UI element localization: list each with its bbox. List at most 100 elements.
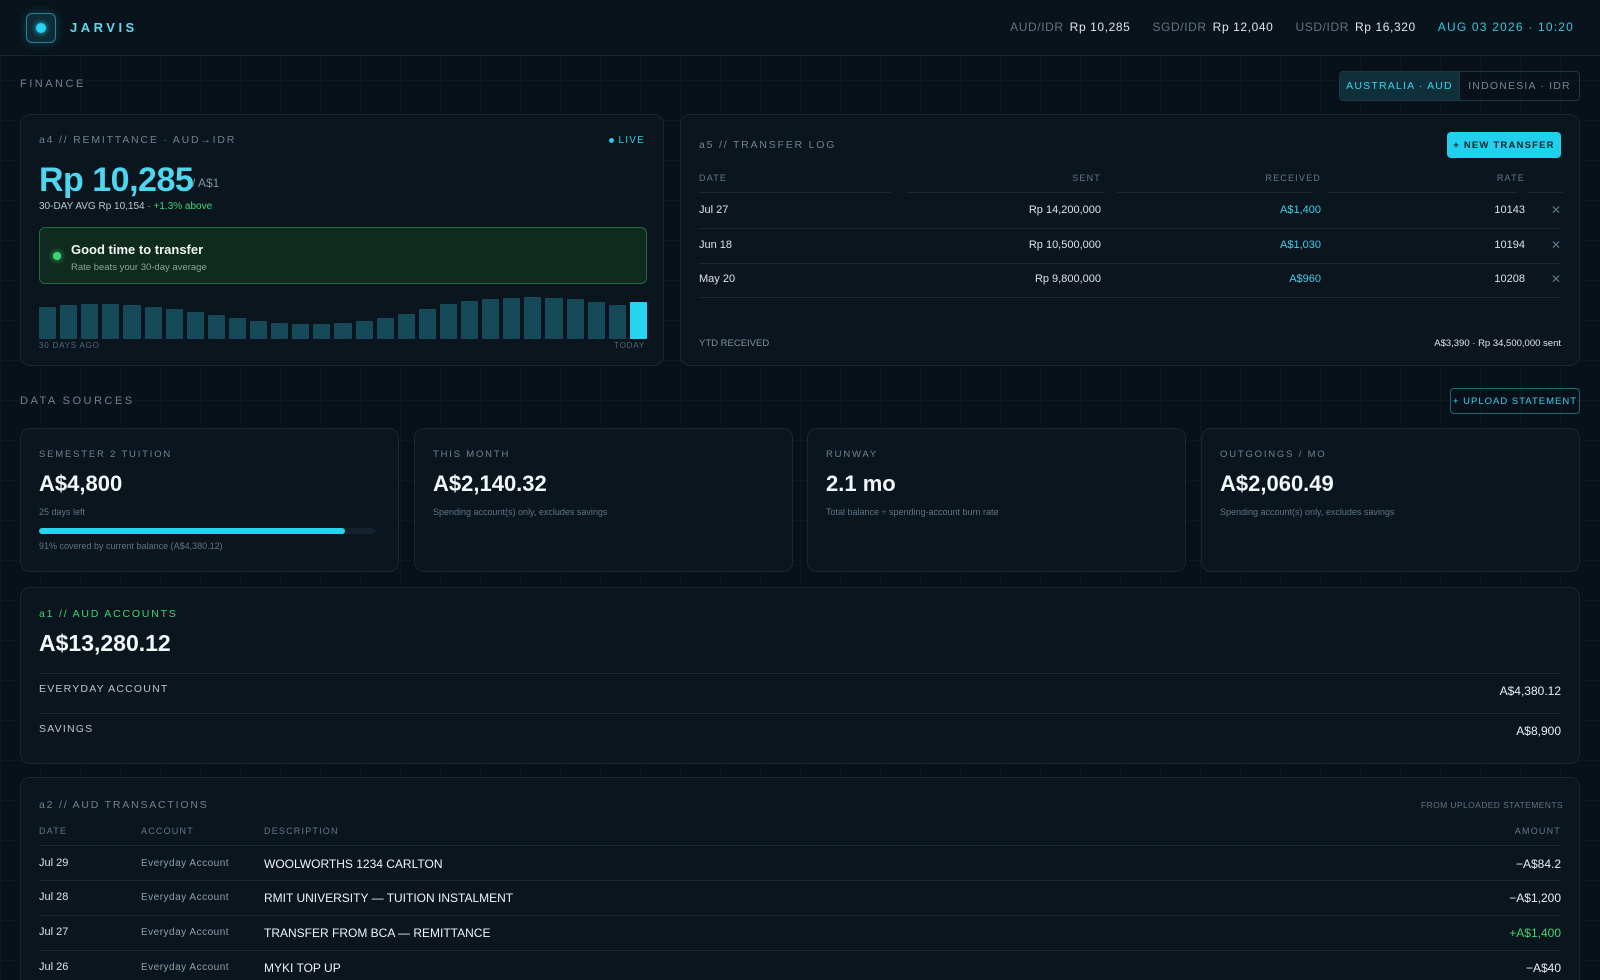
transaction-description: WOOLWORTHS 1234 CARLTON [264,857,443,871]
stat-card-runway: RUNWAY 2.1 mo Total balance ÷ spending-a… [807,428,1186,572]
rate-bar [545,298,563,339]
progress-note: 91% covered by current balance (A$4,380.… [39,541,223,551]
average-change: +1.3% above [153,201,213,212]
remove-transfer-icon[interactable]: ✕ [1551,238,1561,252]
rate-bar [461,301,479,339]
rate-bar [165,309,183,339]
finance-title: FINANCE [20,78,86,90]
rate-bar [271,323,289,339]
divider [39,880,1561,881]
remittance-card: a4 // REMITTANCE · AUD→IDR LIVE Rp 10,28… [20,114,664,366]
live-indicator: LIVE [608,135,645,146]
divider [699,192,891,193]
transfer-received: A$1,400 [1280,204,1321,216]
logo[interactable] [26,13,56,43]
stat-card-outgoings: OUTGOINGS / MO A$2,060.49 Spending accou… [1201,428,1580,572]
rate-history-chart [39,293,647,339]
column-date: DATE [39,826,68,836]
remove-transfer-icon[interactable]: ✕ [1551,272,1561,286]
rate-value: Rp 12,040 [1212,20,1274,34]
upload-statement-button[interactable]: + UPLOAD STATEMENT [1450,388,1580,414]
rate-bar [566,299,584,339]
transaction-amount: −A$1,200 [1509,891,1561,905]
region-indonesia-tab[interactable]: INDONESIA · IDR [1460,72,1579,100]
stat-label: RUNWAY [826,449,878,460]
rate-bar [123,305,141,339]
rate-bar [144,307,162,339]
aud-transactions-card: a2 // AUD TRANSACTIONS FROM UPLOADED STA… [20,777,1580,980]
new-transfer-button[interactable]: + NEW TRANSFER [1447,132,1561,158]
transfer-sent: Rp 14,200,000 [1028,204,1101,216]
transfer-date: May 20 [699,273,736,285]
divider [1527,192,1563,193]
transaction-amount: −A$40 [1525,961,1561,975]
transaction-account: Everyday Account [141,892,230,903]
column-description: DESCRIPTION [264,826,339,836]
rate-aud-idr: AUD/IDR Rp 10,285 [1010,20,1130,34]
rate-bar-today [629,302,647,339]
stat-subtitle: 25 days left [39,507,86,517]
transactions-label: a2 // AUD TRANSACTIONS [39,799,209,811]
current-datetime: AUG 03 2026 · 10:20 [1437,20,1574,34]
average-text: 30-DAY AVG Rp 10,154 · [39,201,154,212]
region-australia-tab[interactable]: AUSTRALIA · AUD [1340,72,1460,100]
stat-value: 2.1 mo [826,471,896,496]
divider [39,713,1561,714]
rate-bar [292,324,310,339]
divider [39,673,1561,674]
data-sources-title: DATA SOURCES [20,395,135,407]
column-amount: AMOUNT [1514,826,1561,836]
transaction-amount: −A$84.2 [1515,857,1561,871]
remittance-label: a4 // REMITTANCE · AUD→IDR [39,134,237,146]
transaction-description: TRANSFER FROM BCA — REMITTANCE [264,926,491,940]
signal-title: Good time to transfer [71,242,204,257]
rate-bar [186,312,204,339]
rate-value: Rp 10,285 [1069,20,1131,34]
accounts-label: a1 // AUD ACCOUNTS [39,608,178,620]
rate-bar [355,321,373,339]
transaction-description: RMIT UNIVERSITY — TUITION INSTALMENT [264,891,514,905]
stat-label: OUTGOINGS / MO [1220,449,1327,460]
brand-name: JARVIS [70,20,138,35]
rate-bar [397,314,415,339]
account-amount: A$8,900 [1516,724,1561,738]
divider [39,950,1561,951]
stat-label: SEMESTER 2 TUITION [39,449,173,460]
remove-transfer-icon[interactable]: ✕ [1551,203,1561,217]
rate-bar [60,305,78,339]
transfer-rate: 10143 [1494,204,1525,216]
rate-sgd-idr: SGD/IDR Rp 12,040 [1152,20,1273,34]
stat-subtitle: Total balance ÷ spending-account burn ra… [826,507,999,517]
account-amount: A$4,380.12 [1499,684,1561,698]
aud-accounts-card: a1 // AUD ACCOUNTS A$13,280.12 EVERYDAY … [20,587,1580,764]
current-rate: Rp 10,285 [39,161,194,199]
rate-bar [376,318,394,339]
divider [1117,192,1313,193]
transaction-date: Jul 29 [39,857,69,869]
stat-subtitle: Spending account(s) only, excludes savin… [433,507,608,517]
rate-bar [439,304,458,339]
ytd-value: A$3,390 · Rp 34,500,000 sent [1434,338,1561,349]
top-bar: JARVIS AUD/IDR Rp 10,285 SGD/IDR Rp 12,040… [0,0,1600,56]
transfer-sent: Rp 10,500,000 [1028,239,1101,251]
divider [39,845,1561,846]
transfer-date: Jun 18 [699,239,733,251]
rate-label: USD/IDR [1295,20,1349,34]
rate-bar [102,304,120,339]
rate-value: Rp 16,320 [1355,20,1416,34]
stat-value: A$2,140.32 [433,471,547,496]
transfer-rate: 10208 [1494,273,1525,285]
column-date: DATE [699,173,728,183]
rate-bar [524,297,542,339]
account-name: EVERYDAY ACCOUNT [39,683,169,695]
rate-label: AUD/IDR [1010,20,1064,34]
stat-label: THIS MONTH [433,449,511,460]
rate-bar [334,323,352,339]
stat-card-this-month: THIS MONTH A$2,140.32 Spending account(s… [414,428,793,572]
axis-start-label: 30 DAYS AGO [39,341,100,350]
transfer-received: A$960 [1289,273,1321,285]
stat-subtitle: Spending account(s) only, excludes savin… [1220,507,1395,517]
live-dot-icon [608,137,614,143]
rate-usd-idr: USD/IDR Rp 16,320 [1295,20,1415,34]
divider [907,192,1103,193]
